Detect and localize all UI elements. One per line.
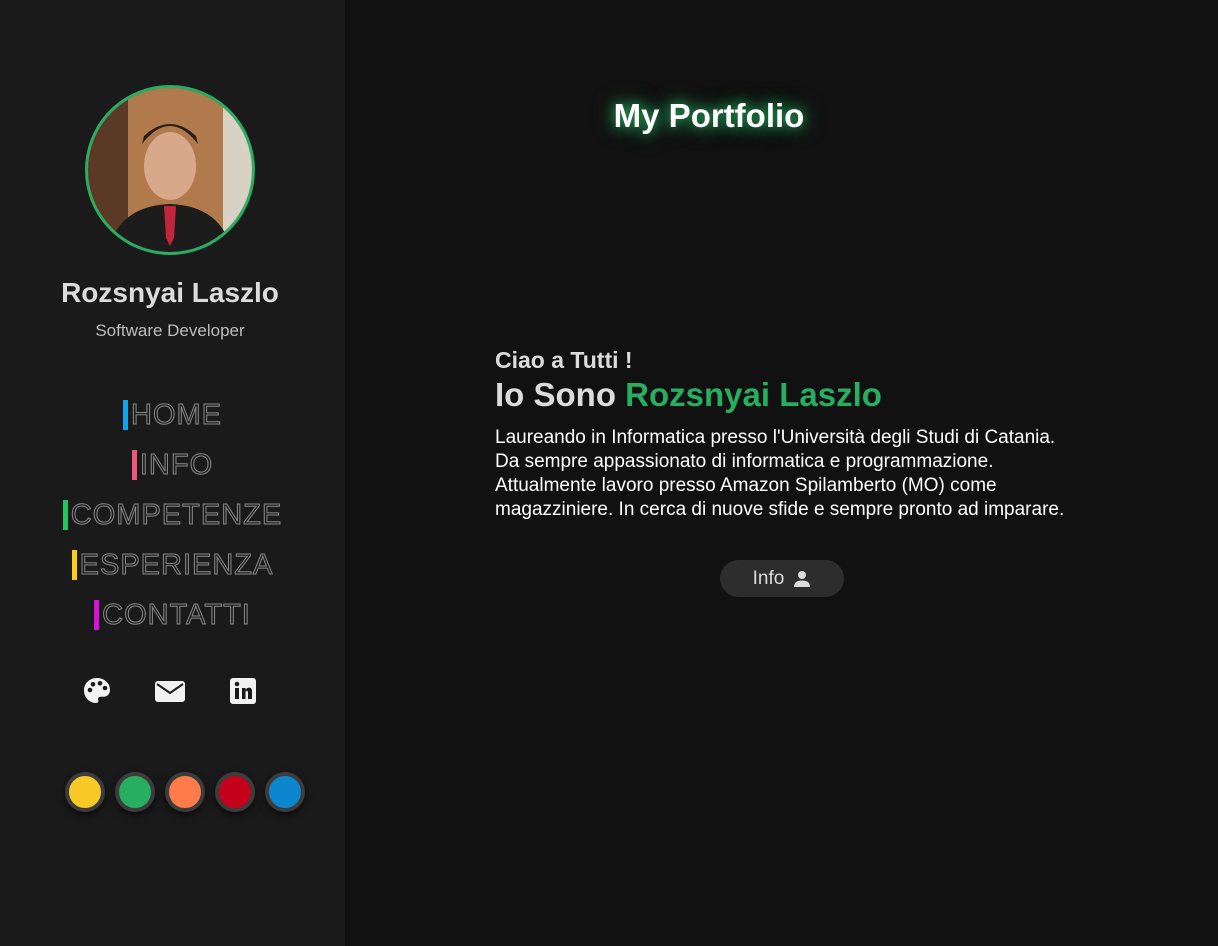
sidebar: Rozsnyai Laszlo Software Developer HOME … bbox=[0, 0, 345, 946]
nav-accent-bar bbox=[123, 400, 128, 430]
linkedin-icon[interactable] bbox=[227, 675, 259, 707]
palette-icon[interactable] bbox=[81, 675, 113, 707]
nav-link-home[interactable]: HOME bbox=[123, 398, 222, 432]
nav-link-esperienza[interactable]: ESPERIENZA bbox=[71, 548, 274, 582]
nav-accent-bar bbox=[131, 450, 137, 480]
avatar bbox=[85, 85, 255, 255]
nav-item-competenze[interactable]: COMPETENZE bbox=[0, 490, 345, 540]
nav-accent-bar bbox=[62, 500, 68, 530]
profile-name: Rozsnyai Laszlo bbox=[61, 277, 279, 308]
profile-photo bbox=[88, 88, 252, 252]
theme-color-picker bbox=[65, 772, 305, 812]
hero-intro-name: Rozsnyai Laszlo bbox=[625, 376, 882, 413]
user-icon bbox=[794, 570, 811, 587]
nav-item-home[interactable]: HOME bbox=[0, 390, 345, 440]
nav-label-home[interactable]: HOME bbox=[131, 398, 222, 432]
hero-greeting: Ciao a Tutti ! bbox=[495, 347, 633, 373]
nav-label-competenze[interactable]: COMPETENZE bbox=[70, 498, 282, 532]
theme-swatch-yellow[interactable] bbox=[65, 772, 105, 812]
profile-role: Software Developer bbox=[95, 321, 245, 340]
nav-link-info[interactable]: INFO bbox=[131, 448, 213, 482]
theme-swatch-blue[interactable] bbox=[265, 772, 305, 812]
theme-swatch-orange[interactable] bbox=[165, 772, 205, 812]
hero-intro-prefix: Io Sono bbox=[495, 376, 616, 413]
nav-item-contatti[interactable]: CONTATTI bbox=[0, 590, 345, 640]
nav-link-contatti[interactable]: CONTATTI bbox=[94, 598, 251, 632]
social-links bbox=[0, 675, 340, 707]
main-nav: HOME INFO COMPETENZE ESPERIENZA CONTATTI bbox=[0, 390, 345, 640]
theme-swatch-red[interactable] bbox=[215, 772, 255, 812]
hero-intro: Io Sono Rozsnyai Laszlo bbox=[495, 376, 1075, 414]
page-title: My Portfolio bbox=[613, 97, 805, 134]
nav-link-competenze[interactable]: COMPETENZE bbox=[62, 498, 282, 532]
nav-label-contatti[interactable]: CONTATTI bbox=[102, 598, 251, 632]
theme-swatch-green[interactable] bbox=[115, 772, 155, 812]
nav-accent-bar bbox=[94, 600, 100, 630]
nav-item-info[interactable]: INFO bbox=[0, 440, 345, 490]
nav-accent-bar bbox=[71, 550, 77, 580]
nav-item-esperienza[interactable]: ESPERIENZA bbox=[0, 540, 345, 590]
nav-label-info[interactable]: INFO bbox=[139, 448, 213, 482]
hero-bio: Laureando in Informatica presso l'Univer… bbox=[495, 427, 1065, 520]
hero-section: Ciao a Tutti ! Io Sono Rozsnyai Laszlo L… bbox=[495, 347, 1075, 522]
envelope-icon[interactable] bbox=[154, 675, 186, 707]
nav-label-esperienza[interactable]: ESPERIENZA bbox=[79, 548, 274, 582]
info-button[interactable]: Info bbox=[720, 560, 844, 597]
info-button-label: Info bbox=[752, 567, 785, 589]
